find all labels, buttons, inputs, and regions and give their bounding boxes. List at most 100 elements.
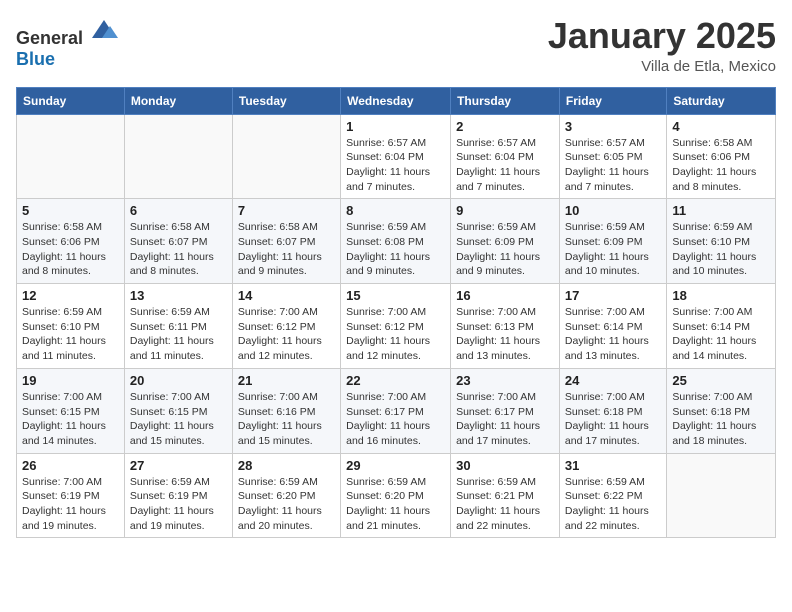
day-number: 13: [130, 288, 227, 303]
calendar-cell: 2 Sunrise: 6:57 AMSunset: 6:04 PMDaylight…: [451, 114, 560, 199]
day-info: Sunrise: 6:59 AMSunset: 6:20 PMDaylight:…: [346, 475, 445, 534]
calendar-cell: 22 Sunrise: 7:00 AMSunset: 6:17 PMDayligh…: [341, 368, 451, 453]
calendar-cell: 28 Sunrise: 6:59 AMSunset: 6:20 PMDayligh…: [232, 453, 340, 538]
calendar-cell: 27 Sunrise: 6:59 AMSunset: 6:19 PMDayligh…: [124, 453, 232, 538]
calendar-cell: 31 Sunrise: 6:59 AMSunset: 6:22 PMDayligh…: [559, 453, 666, 538]
dow-header-saturday: Saturday: [667, 87, 776, 114]
day-number: 5: [22, 203, 119, 218]
calendar-cell: 9 Sunrise: 6:59 AMSunset: 6:09 PMDaylight…: [451, 199, 560, 284]
day-number: 21: [238, 373, 335, 388]
calendar-body: 1Sunrise: 6:57 AMSunset: 6:04 PMDaylight…: [17, 114, 776, 538]
calendar-cell: 26 Sunrise: 7:00 AMSunset: 6:19 PMDayligh…: [17, 453, 125, 538]
day-info: Sunrise: 7:00 AMSunset: 6:12 PMDaylight:…: [346, 305, 445, 364]
day-number: 29: [346, 458, 445, 473]
day-number: 30: [456, 458, 554, 473]
calendar-cell: [17, 114, 125, 199]
month-title: January 2025: [548, 16, 776, 56]
day-number: 17: [565, 288, 661, 303]
calendar-cell: 24 Sunrise: 7:00 AMSunset: 6:18 PMDayligh…: [559, 368, 666, 453]
day-number: 12: [22, 288, 119, 303]
day-info: Sunrise: 6:58 AMSunset: 6:07 PMDaylight:…: [130, 220, 227, 279]
day-info: Sunrise: 6:59 AMSunset: 6:10 PMDaylight:…: [672, 220, 770, 279]
day-number: 3: [565, 119, 661, 134]
day-number: 31: [565, 458, 661, 473]
day-number: 15: [346, 288, 445, 303]
calendar-cell: 6Sunrise: 6:58 AMSunset: 6:07 PMDaylight…: [124, 199, 232, 284]
calendar-cell: 23 Sunrise: 7:00 AMSunset: 6:17 PMDayligh…: [451, 368, 560, 453]
calendar-cell: [667, 453, 776, 538]
dow-header-thursday: Thursday: [451, 87, 560, 114]
week-row-3: 19 Sunrise: 7:00 AMSunset: 6:15 PMDayligh…: [17, 368, 776, 453]
day-info: Sunrise: 6:57 AMSunset: 6:04 PMDaylight:…: [346, 136, 445, 195]
day-number: 18: [672, 288, 770, 303]
day-number: 22: [346, 373, 445, 388]
calendar-cell: 20Sunrise: 7:00 AMSunset: 6:15 PMDayligh…: [124, 368, 232, 453]
day-number: 8: [346, 203, 445, 218]
day-info: Sunrise: 7:00 AMSunset: 6:17 PMDaylight:…: [456, 390, 554, 449]
day-info: Sunrise: 7:00 AMSunset: 6:13 PMDaylight:…: [456, 305, 554, 364]
day-info: Sunrise: 7:00 AMSunset: 6:15 PMDaylight:…: [130, 390, 227, 449]
day-number: 23: [456, 373, 554, 388]
day-info: Sunrise: 6:59 AMSunset: 6:09 PMDaylight:…: [456, 220, 554, 279]
day-info: Sunrise: 6:59 AMSunset: 6:20 PMDaylight:…: [238, 475, 335, 534]
day-number: 28: [238, 458, 335, 473]
logo-general: General: [16, 28, 83, 48]
calendar-cell: 4 Sunrise: 6:58 AMSunset: 6:06 PMDaylight…: [667, 114, 776, 199]
logo-text: General Blue: [16, 16, 118, 70]
location-subtitle: Villa de Etla, Mexico: [548, 58, 776, 75]
dow-header-tuesday: Tuesday: [232, 87, 340, 114]
logo-icon: [90, 16, 118, 44]
day-number: 16: [456, 288, 554, 303]
logo: General Blue: [16, 16, 118, 70]
day-number: 14: [238, 288, 335, 303]
calendar-cell: 30Sunrise: 6:59 AMSunset: 6:21 PMDayligh…: [451, 453, 560, 538]
calendar-cell: 3 Sunrise: 6:57 AMSunset: 6:05 PMDaylight…: [559, 114, 666, 199]
day-info: Sunrise: 6:59 AMSunset: 6:22 PMDaylight:…: [565, 475, 661, 534]
day-number: 24: [565, 373, 661, 388]
day-info: Sunrise: 7:00 AMSunset: 6:12 PMDaylight:…: [238, 305, 335, 364]
dow-header-wednesday: Wednesday: [341, 87, 451, 114]
calendar-cell: 19 Sunrise: 7:00 AMSunset: 6:15 PMDayligh…: [17, 368, 125, 453]
day-number: 26: [22, 458, 119, 473]
day-number: 27: [130, 458, 227, 473]
day-number: 10: [565, 203, 661, 218]
calendar-cell: 14 Sunrise: 7:00 AMSunset: 6:12 PMDayligh…: [232, 284, 340, 369]
day-info: Sunrise: 7:00 AMSunset: 6:14 PMDaylight:…: [672, 305, 770, 364]
day-number: 7: [238, 203, 335, 218]
week-row-4: 26 Sunrise: 7:00 AMSunset: 6:19 PMDayligh…: [17, 453, 776, 538]
calendar-cell: 13Sunrise: 6:59 AMSunset: 6:11 PMDayligh…: [124, 284, 232, 369]
day-info: Sunrise: 7:00 AMSunset: 6:17 PMDaylight:…: [346, 390, 445, 449]
dow-header-sunday: Sunday: [17, 87, 125, 114]
day-info: Sunrise: 6:59 AMSunset: 6:19 PMDaylight:…: [130, 475, 227, 534]
day-info: Sunrise: 7:00 AMSunset: 6:18 PMDaylight:…: [565, 390, 661, 449]
day-number: 19: [22, 373, 119, 388]
day-info: Sunrise: 7:00 AMSunset: 6:14 PMDaylight:…: [565, 305, 661, 364]
calendar-cell: 11 Sunrise: 6:59 AMSunset: 6:10 PMDayligh…: [667, 199, 776, 284]
day-info: Sunrise: 6:59 AMSunset: 6:10 PMDaylight:…: [22, 305, 119, 364]
calendar-cell: 29 Sunrise: 6:59 AMSunset: 6:20 PMDayligh…: [341, 453, 451, 538]
calendar-cell: [124, 114, 232, 199]
day-number: 25: [672, 373, 770, 388]
day-info: Sunrise: 6:57 AMSunset: 6:05 PMDaylight:…: [565, 136, 661, 195]
calendar-cell: 15 Sunrise: 7:00 AMSunset: 6:12 PMDayligh…: [341, 284, 451, 369]
day-info: Sunrise: 6:59 AMSunset: 6:09 PMDaylight:…: [565, 220, 661, 279]
calendar-cell: [232, 114, 340, 199]
calendar-cell: 18 Sunrise: 7:00 AMSunset: 6:14 PMDayligh…: [667, 284, 776, 369]
title-block: January 2025 Villa de Etla, Mexico: [548, 16, 776, 75]
calendar-cell: 5 Sunrise: 6:58 AMSunset: 6:06 PMDaylight…: [17, 199, 125, 284]
day-info: Sunrise: 6:57 AMSunset: 6:04 PMDaylight:…: [456, 136, 554, 195]
calendar-cell: 16 Sunrise: 7:00 AMSunset: 6:13 PMDayligh…: [451, 284, 560, 369]
day-info: Sunrise: 6:58 AMSunset: 6:06 PMDaylight:…: [672, 136, 770, 195]
calendar-cell: 7 Sunrise: 6:58 AMSunset: 6:07 PMDaylight…: [232, 199, 340, 284]
week-row-2: 12 Sunrise: 6:59 AMSunset: 6:10 PMDayligh…: [17, 284, 776, 369]
day-number: 9: [456, 203, 554, 218]
day-info: Sunrise: 6:58 AMSunset: 6:06 PMDaylight:…: [22, 220, 119, 279]
day-number: 11: [672, 203, 770, 218]
day-number: 4: [672, 119, 770, 134]
calendar-cell: 10 Sunrise: 6:59 AMSunset: 6:09 PMDayligh…: [559, 199, 666, 284]
calendar-cell: 17 Sunrise: 7:00 AMSunset: 6:14 PMDayligh…: [559, 284, 666, 369]
day-number: 2: [456, 119, 554, 134]
day-info: Sunrise: 7:00 AMSunset: 6:15 PMDaylight:…: [22, 390, 119, 449]
day-info: Sunrise: 7:00 AMSunset: 6:19 PMDaylight:…: [22, 475, 119, 534]
day-info: Sunrise: 6:58 AMSunset: 6:07 PMDaylight:…: [238, 220, 335, 279]
